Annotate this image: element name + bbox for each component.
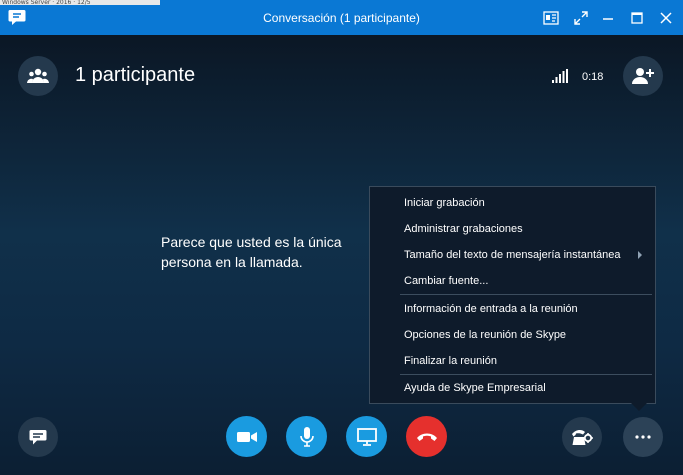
hang-up-button[interactable] [406,416,447,457]
add-person-icon [632,68,654,84]
menu-item-meeting-options[interactable]: Opciones de la reunión de Skype [404,329,566,341]
hang-up-icon [416,433,437,441]
participants-count[interactable]: 1 participante [75,64,195,87]
menu-item-start-recording[interactable]: Iniciar grabación [404,197,485,209]
expand-icon [574,11,588,25]
microphone-icon [299,426,314,447]
video-camera-icon [236,431,257,442]
menu-item-help[interactable]: Ayuda de Skype Empresarial [404,382,546,394]
microphone-button[interactable] [286,416,327,457]
menu-item-meeting-entry-info[interactable]: Información de entrada a la reunión [404,303,578,315]
menu-pointer [630,402,648,411]
signal-strength-icon [552,69,568,83]
share-screen-button[interactable] [346,416,387,457]
video-button[interactable] [226,416,267,457]
add-participant-button[interactable] [623,56,663,96]
contact-card-button[interactable] [541,8,561,28]
menu-item-manage-recordings[interactable]: Administrar grabaciones [404,223,523,235]
chat-bubble-icon [29,429,47,444]
close-icon [660,12,672,24]
menu-item-im-text-size[interactable]: Tamaño del texto de mensajería instantán… [404,249,620,261]
close-button[interactable] [656,8,676,28]
title-bar: Windows Server · 2016 · 12/5 Conversació… [0,0,683,35]
people-icon [27,68,49,83]
minimize-button[interactable] [598,8,618,28]
participants-button[interactable] [18,56,58,96]
alone-in-call-message: Parece que usted es la única persona en … [161,234,342,270]
menu-item-end-meeting[interactable]: Finalizar la reunión [404,355,497,367]
minimize-icon [603,18,613,20]
maximize-icon [631,12,643,24]
im-button[interactable] [18,417,58,457]
background-window-strip: Windows Server · 2016 · 12/5 [0,0,160,5]
menu-item-change-font[interactable]: Cambiar fuente... [404,275,488,287]
contact-card-icon [543,11,559,25]
maximize-button[interactable] [627,8,647,28]
more-options-menu: Iniciar grabación Administrar grabacione… [369,186,656,404]
more-options-button[interactable] [623,417,663,457]
more-options-icon [635,435,651,439]
skype-chat-icon[interactable] [8,9,26,26]
menu-separator [400,374,652,375]
submenu-arrow-icon [638,251,642,259]
menu-separator [400,294,652,295]
call-timer: 0:18 [582,71,604,83]
phone-settings-icon [572,429,593,445]
monitor-icon [356,427,377,446]
fullscreen-button[interactable] [571,8,591,28]
call-controls-button[interactable] [562,417,602,457]
